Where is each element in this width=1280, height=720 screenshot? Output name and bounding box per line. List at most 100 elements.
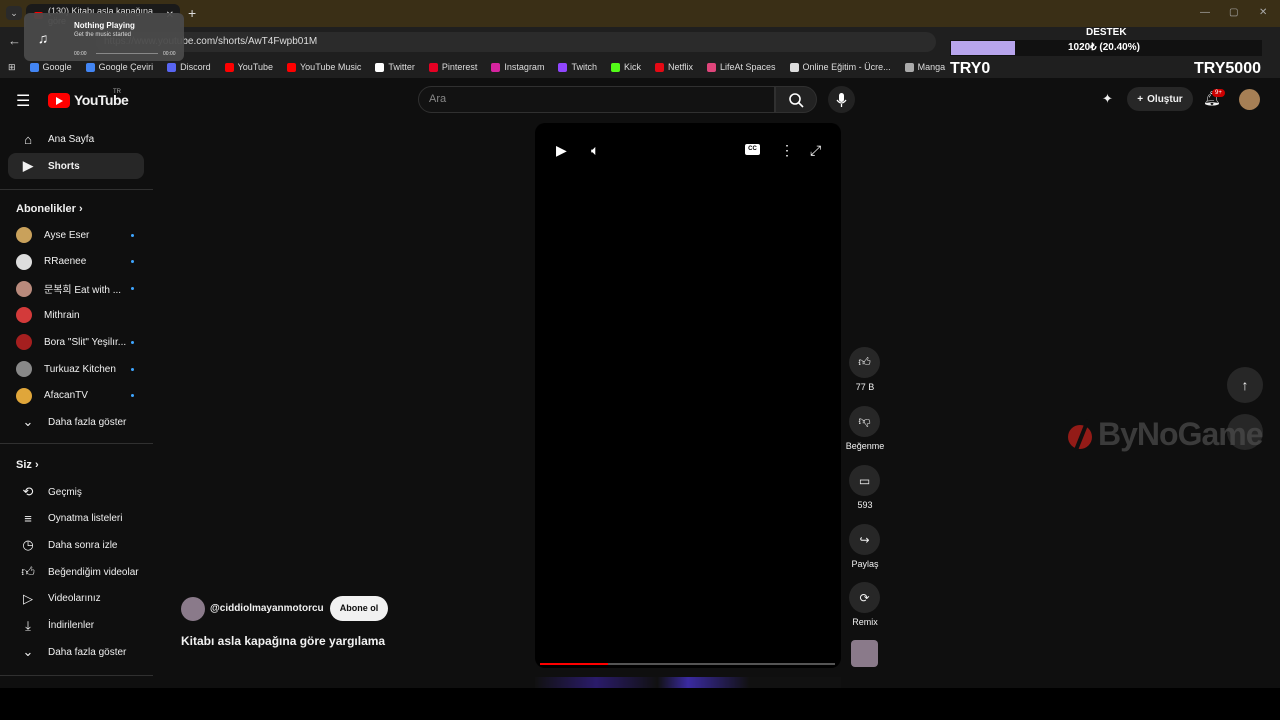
- chevron-down-icon: ⌄: [22, 644, 34, 659]
- sidebar-item-history[interactable]: ⟲ Geçmiş: [8, 479, 144, 505]
- show-more-subscriptions[interactable]: ⌄ Daha fazla göster: [8, 409, 144, 435]
- subscription-item[interactable]: Ayse Eser: [8, 222, 144, 248]
- search-button[interactable]: [775, 86, 817, 113]
- notifications-badge: 9+: [1212, 89, 1225, 97]
- chevron-right-icon: ›: [34, 459, 39, 471]
- subscription-item[interactable]: Turkuaz Kitchen: [8, 356, 144, 382]
- share-button[interactable]: ↪: [849, 524, 880, 555]
- subscribe-button[interactable]: Abone ol: [330, 596, 388, 621]
- music-progress-track[interactable]: [96, 53, 158, 54]
- maximize-icon[interactable]: ▢: [1229, 7, 1238, 18]
- url-field[interactable]: https://www.youtube.com/shorts/AwT4Fwpb0…: [96, 32, 936, 52]
- bookmark-item[interactable]: Discord: [167, 62, 211, 72]
- bookmark-favicon-icon: [610, 62, 620, 72]
- bookmark-favicon-icon: [707, 62, 716, 72]
- menu-icon[interactable]: ☰: [16, 91, 30, 111]
- bookmark-item[interactable]: YouTube Music: [287, 62, 361, 72]
- sidebar-item-label: Daha sonra izle: [48, 539, 118, 551]
- subscription-label: Turkuaz Kitchen: [44, 363, 116, 375]
- bookmark-label: Instagram: [504, 62, 545, 72]
- sidebar-item-label: Ana Sayfa: [48, 133, 95, 145]
- previous-short-button[interactable]: ↑: [1227, 367, 1263, 403]
- sidebar-divider: [0, 443, 153, 444]
- sidebar-item-home[interactable]: ⌂ Ana Sayfa: [8, 126, 144, 152]
- bookmark-label: LifeAt Spaces: [720, 62, 776, 72]
- subscription-label: Bora "Slit" Yeşilır...: [44, 336, 127, 348]
- bookmark-item[interactable]: Google: [29, 62, 72, 72]
- minimize-icon[interactable]: —: [1200, 7, 1210, 18]
- subscriptions-heading-label: Abonelikler: [16, 203, 76, 215]
- gemini-icon[interactable]: ✦: [1102, 91, 1113, 107]
- bookmark-item[interactable]: YouTube: [224, 62, 273, 72]
- bookmark-label: Netflix: [667, 62, 693, 72]
- watermark-text: ByNoGame: [1098, 416, 1263, 452]
- bookmark-label: Kick: [623, 62, 641, 72]
- volume-icon[interactable]: 🔈︎: [591, 142, 599, 159]
- bookmark-item[interactable]: Twitch: [558, 62, 597, 72]
- bookmark-item[interactable]: Google Çeviri: [85, 62, 154, 72]
- donation-min-label: TRY0: [950, 60, 991, 77]
- bookmark-item[interactable]: LifeAt Spaces: [707, 62, 776, 72]
- sidebar-item-playlists[interactable]: ≡ Oynatma listeleri: [8, 506, 144, 532]
- channel-avatar: [16, 334, 32, 351]
- comments-button[interactable]: ▭: [849, 465, 880, 496]
- bookmark-item[interactable]: Twitter: [375, 62, 415, 72]
- music-time-start: 00:00: [74, 51, 87, 57]
- subscription-item[interactable]: Mithrain: [8, 302, 144, 328]
- sound-thumbnail[interactable]: [851, 640, 878, 667]
- channel-avatar[interactable]: [181, 597, 205, 621]
- you-heading[interactable]: Siz ›: [16, 459, 39, 471]
- play-icon[interactable]: ▶: [556, 142, 567, 159]
- voice-search-button[interactable]: [828, 86, 855, 113]
- tab-search-button[interactable]: ⌄: [6, 6, 22, 20]
- sidebar-item-watch-later[interactable]: ◷ Daha sonra izle: [8, 532, 144, 558]
- search-input[interactable]: Ara: [418, 86, 775, 113]
- bookmark-item[interactable]: Manga: [904, 62, 945, 72]
- sidebar-item-your-videos[interactable]: ▷ Videolarınız: [8, 586, 144, 612]
- new-content-dot: [131, 394, 134, 398]
- subscription-label: RRaenee: [44, 256, 87, 268]
- shorts-player[interactable]: [535, 123, 841, 668]
- your-videos-icon: ▷: [23, 590, 33, 606]
- music-note-icon[interactable]: ♫: [30, 30, 56, 52]
- bookmark-item[interactable]: Instagram: [491, 62, 544, 72]
- bookmark-label: Google Çeviri: [98, 62, 154, 72]
- dislike-button[interactable]: 👎︎: [849, 406, 880, 437]
- sidebar-item-label: Oynatma listeleri: [48, 513, 123, 525]
- sidebar-item-downloads[interactable]: ⤓ İndirilenler: [8, 613, 144, 639]
- new-tab-button[interactable]: +: [188, 5, 196, 21]
- bookmark-item[interactable]: Kick: [610, 62, 641, 72]
- music-time-end: 00:00: [163, 51, 176, 57]
- bookmark-label: YouTube: [237, 62, 273, 72]
- fullscreen-icon[interactable]: ⤢: [810, 142, 821, 159]
- remix-button[interactable]: ⟳: [849, 582, 880, 613]
- bookmark-item[interactable]: Online Eğitim - Ücre...: [789, 62, 891, 72]
- show-more-you[interactable]: ⌄ Daha fazla göster: [8, 639, 144, 665]
- captions-icon[interactable]: CC: [745, 144, 760, 155]
- subscription-item[interactable]: AfacanTV: [8, 383, 144, 409]
- sidebar-item-liked[interactable]: 👍︎ Beğendiğim videolar: [8, 559, 144, 585]
- subscription-label: Ayse Eser: [44, 229, 90, 241]
- sidebar-divider: [0, 675, 153, 676]
- subscription-item[interactable]: Bora "Slit" Yeşilır...: [8, 329, 144, 355]
- like-button[interactable]: 👍︎: [849, 347, 880, 378]
- subscription-item[interactable]: 문복희 Eat with ...: [8, 276, 144, 302]
- you-heading-label: Siz: [16, 459, 32, 471]
- subscription-item[interactable]: RRaenee: [8, 249, 144, 275]
- subscriptions-heading[interactable]: Abonelikler ›: [16, 203, 83, 215]
- channel-avatar: [16, 307, 32, 324]
- apps-icon[interactable]: ⊞: [8, 62, 16, 73]
- back-icon[interactable]: ←: [8, 33, 21, 48]
- bookmark-item[interactable]: Netflix: [654, 62, 693, 72]
- bookmark-favicon-icon: [428, 62, 438, 72]
- bookmark-favicon-icon: [789, 62, 799, 72]
- channel-name[interactable]: @ciddiolmayanmotorcu: [210, 603, 324, 614]
- subscription-label: Mithrain: [44, 309, 80, 321]
- account-avatar[interactable]: [1239, 89, 1260, 110]
- sidebar-item-shorts[interactable]: ▶ Shorts: [8, 153, 144, 179]
- more-options-icon[interactable]: ⋮: [780, 142, 794, 159]
- create-button[interactable]: + Oluştur: [1127, 87, 1193, 111]
- close-window-icon[interactable]: ✕: [1259, 7, 1267, 18]
- bookmarks-bar: ⊞ Google Google Çeviri Discord YouTube YouTu…: [0, 56, 1280, 78]
- bookmark-item[interactable]: Pinterest: [428, 62, 477, 72]
